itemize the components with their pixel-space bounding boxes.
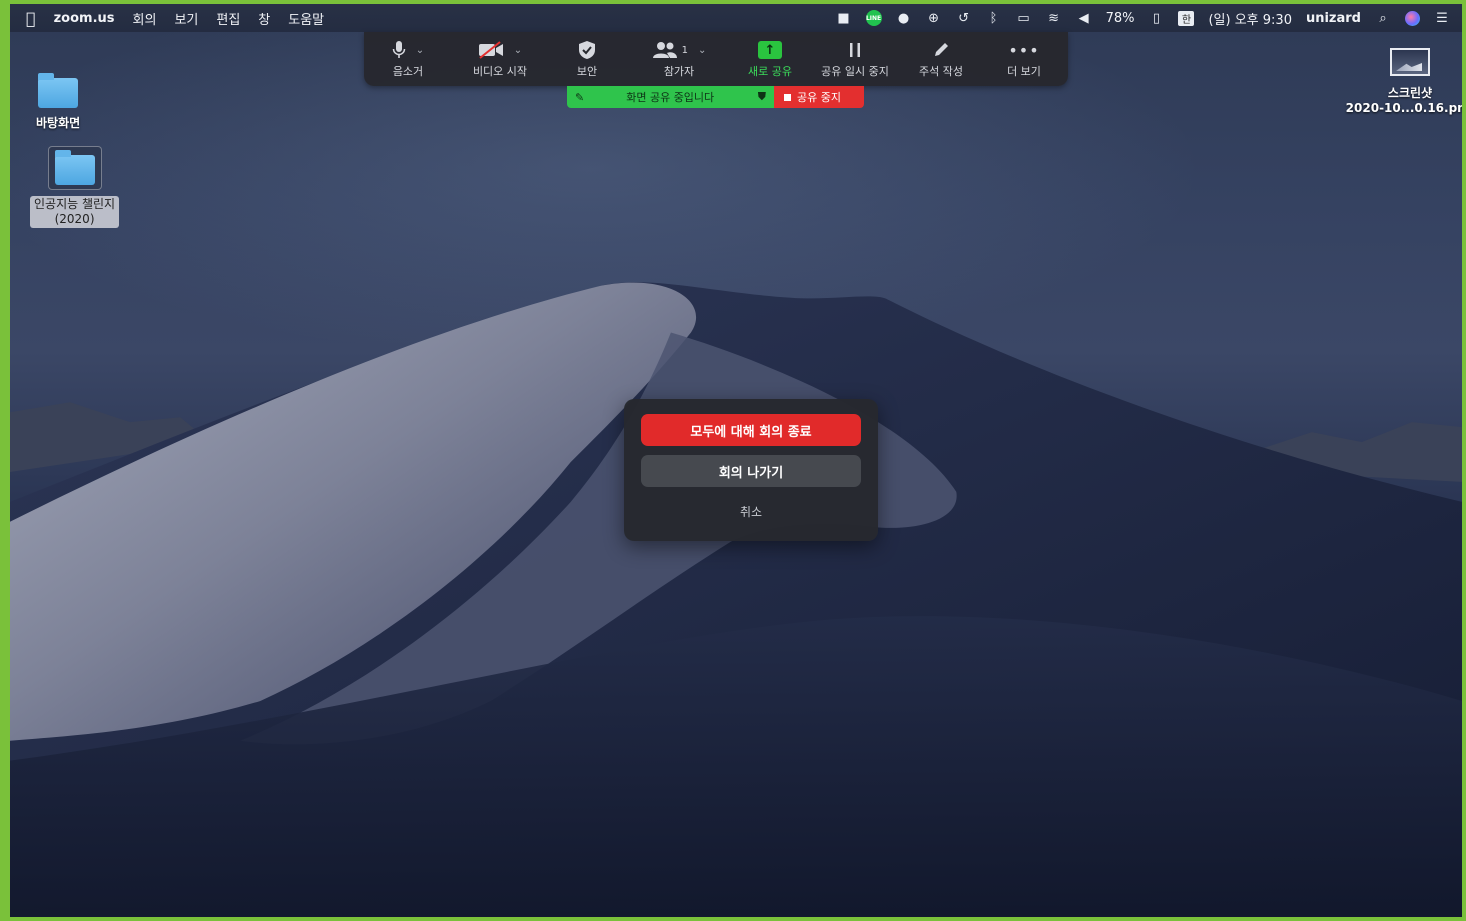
- chevron-down-icon[interactable]: ⌄: [416, 45, 424, 56]
- shield-check-icon: ⛊: [757, 90, 766, 103]
- zoom-camera-status-icon[interactable]: ■: [836, 10, 852, 26]
- pause-share-label: 공유 일시 중지: [821, 65, 889, 78]
- desktop-screenshot-file[interactable]: 스크린샷 2020-10...0.16.png: [1346, 48, 1462, 115]
- folder-label-line1: 인공지능 챌린지: [34, 197, 116, 211]
- chevron-down-icon[interactable]: ⌄: [514, 45, 522, 56]
- line-app-icon[interactable]: LINE: [865, 10, 882, 26]
- start-video-label: 비디오 시작: [472, 65, 528, 78]
- menu-view[interactable]: 보기: [174, 9, 198, 28]
- notification-center-icon[interactable]: ☰: [1434, 10, 1450, 26]
- screenshot-label-line1: 스크린샷: [1387, 86, 1433, 100]
- mute-button[interactable]: ⌄ 음소거: [364, 32, 452, 86]
- wifi-icon[interactable]: ≋: [1046, 10, 1062, 26]
- screenshot-frame:  zoom.us 회의 보기 편집 창 도움말 ■ LINE ● ⊕ ↺ ᛒ …: [0, 0, 1466, 921]
- menu-window[interactable]: 창: [258, 9, 270, 28]
- participants-icon: [652, 42, 677, 58]
- more-label: 더 보기: [1007, 65, 1041, 78]
- input-method-icon[interactable]: 한: [1178, 10, 1195, 26]
- more-icon: •••: [1008, 40, 1040, 60]
- security-label: 보안: [576, 65, 598, 78]
- keyboard-icon[interactable]: ▭: [1016, 10, 1032, 26]
- stop-square-icon: [784, 93, 791, 101]
- screen-share-banner: ✎ 화면 공유 중입니다 ⛊ 공유 중지: [567, 86, 864, 108]
- new-share-label: 새로 공유: [748, 65, 792, 78]
- screenshot-label-line2: 2020-10...0.16.png: [1345, 101, 1466, 115]
- participant-count: 1: [681, 44, 688, 56]
- folder-selection-box: [47, 146, 102, 190]
- desktop-folder-label: 바탕화면: [36, 116, 81, 130]
- menubar-clock[interactable]: (일) 오후 9:30: [1208, 9, 1291, 28]
- stop-share-label: 공유 중지: [797, 91, 841, 104]
- share-status-text: 화면 공유 중입니다: [626, 91, 715, 104]
- volume-icon[interactable]: ◀: [1076, 10, 1092, 26]
- leave-meeting-button[interactable]: 회의 나가기: [641, 455, 861, 487]
- security-button[interactable]: 보안: [548, 32, 626, 86]
- apple-icon[interactable]: : [26, 9, 36, 28]
- spotlight-search-icon[interactable]: ⌕: [1375, 10, 1391, 26]
- battery-charging-icon[interactable]: ▯: [1148, 10, 1164, 26]
- bluetooth-icon[interactable]: ᛒ: [986, 10, 1002, 26]
- pencil-icon: [935, 43, 948, 56]
- macos-menu-bar:  zoom.us 회의 보기 편집 창 도움말 ■ LINE ● ⊕ ↺ ᛒ …: [10, 4, 1462, 32]
- battery-percent[interactable]: 78%: [1106, 11, 1135, 26]
- folder-icon: [54, 150, 95, 185]
- zoom-share-toolbar: ⌄ 음소거 ⌄ 비디오 시작 보안 1 ⌄ 참가자 ↑ 새로 공유 공유 일시 …: [364, 32, 1068, 86]
- menu-edit[interactable]: 편집: [216, 9, 240, 28]
- shield-icon: [579, 41, 595, 59]
- desktop-folder-desktop[interactable]: 바탕화면: [36, 73, 81, 131]
- desktop-folder-ai-challenge[interactable]: 인공지능 챌린지 (2020): [30, 146, 120, 228]
- microphone-icon: [392, 41, 406, 58]
- mute-label: 음소거: [392, 65, 424, 78]
- annotate-button[interactable]: 주석 작성: [902, 32, 980, 86]
- time-machine-icon[interactable]: ↺: [956, 10, 972, 26]
- more-button[interactable]: ••• 더 보기: [980, 32, 1068, 86]
- menu-meeting[interactable]: 회의: [133, 9, 157, 28]
- image-file-icon: [1390, 48, 1430, 76]
- folder-icon: [38, 73, 79, 108]
- new-share-button[interactable]: ↑ 새로 공유: [732, 32, 808, 86]
- start-video-button[interactable]: ⌄ 비디오 시작: [452, 32, 548, 86]
- chevron-down-icon[interactable]: ⌄: [698, 45, 706, 56]
- cancel-button[interactable]: 취소: [641, 500, 861, 522]
- menu-app-name[interactable]: zoom.us: [54, 11, 115, 26]
- menu-help[interactable]: 도움말: [288, 9, 324, 28]
- pause-share-button[interactable]: 공유 일시 중지: [808, 32, 902, 86]
- folder-label: 인공지능 챌린지 (2020): [30, 196, 120, 228]
- drag-handle-icon[interactable]: ✎: [575, 91, 584, 104]
- accessibility-icon[interactable]: ⊕: [926, 10, 942, 26]
- end-meeting-for-all-button[interactable]: 모두에 대해 회의 종료: [641, 414, 861, 446]
- pause-icon: [850, 43, 860, 57]
- siri-icon[interactable]: [1405, 10, 1420, 26]
- stop-share-button[interactable]: 공유 중지: [774, 86, 864, 108]
- chat-bubble-icon[interactable]: ●: [896, 10, 912, 26]
- end-meeting-dialog: 모두에 대해 회의 종료 회의 나가기 취소: [624, 399, 878, 541]
- menubar-user[interactable]: unizard: [1306, 11, 1361, 26]
- folder-label-line2: (2020): [54, 212, 95, 226]
- annotate-label: 주석 작성: [919, 65, 963, 78]
- share-up-arrow-icon: ↑: [758, 41, 782, 59]
- share-status-bar[interactable]: ✎ 화면 공유 중입니다 ⛊: [567, 86, 774, 108]
- participants-label: 참가자: [663, 65, 695, 78]
- video-off-icon: [478, 41, 503, 59]
- participants-button[interactable]: 1 ⌄ 참가자: [626, 32, 732, 86]
